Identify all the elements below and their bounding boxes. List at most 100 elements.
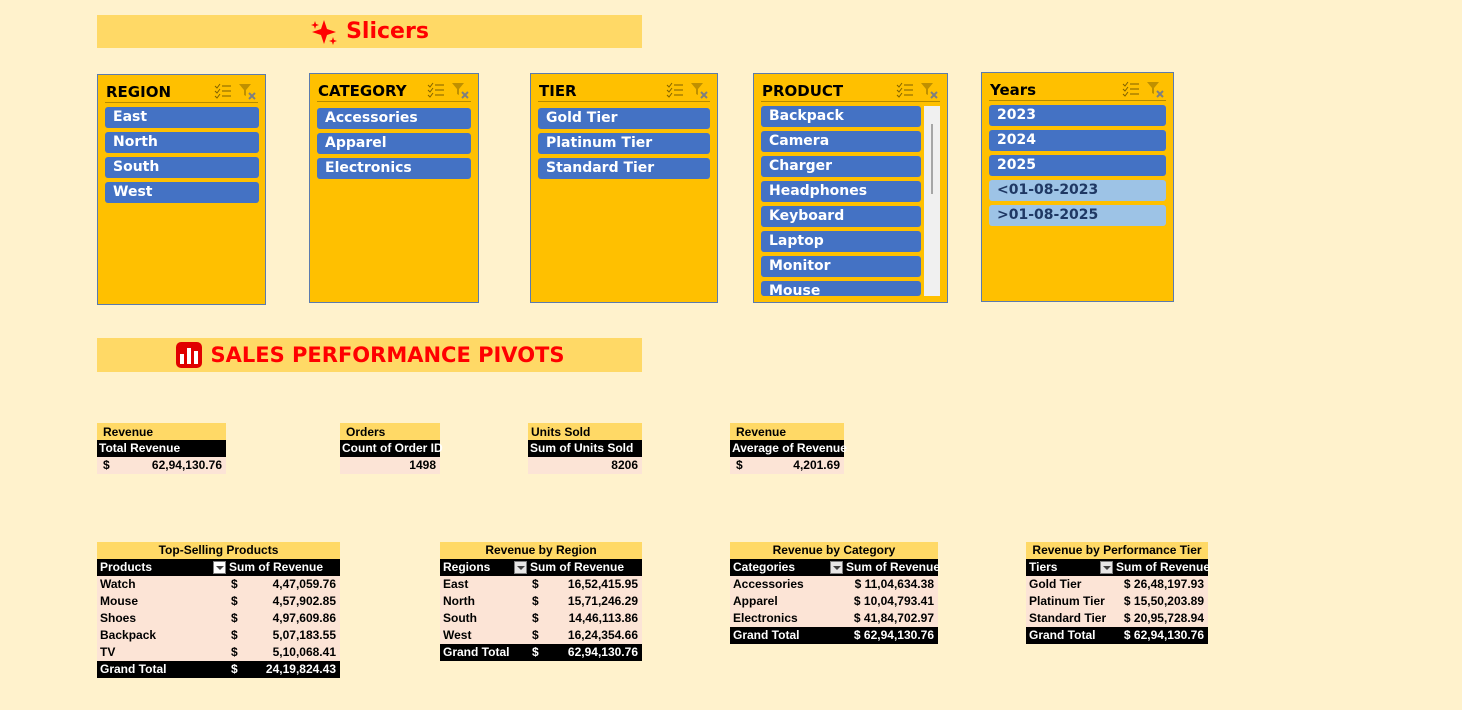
revenue-by-tier-pivot: Revenue by Performance Tier Tiers Sum of… [1026,542,1210,644]
slicer-item-2023[interactable]: 2023 [989,105,1166,126]
kpi-value-cell[interactable]: $ 4,201.69 [730,457,844,474]
kpi-value-cell[interactable]: 8206 [528,457,642,474]
row-label: North [440,593,528,610]
product-slicer: PRODUCT Backpack Camera Charger Headphon… [753,73,948,303]
slicer-item-accessories[interactable]: Accessories [317,108,471,129]
regions-column-header[interactable]: Regions [440,559,528,576]
currency-symbol: $ [532,628,539,642]
currency-symbol: $ [736,458,743,472]
slicer-item-east[interactable]: East [105,107,259,128]
grand-total-row[interactable]: Grand Total $24,19,824.43 [97,661,340,678]
row-label: Electronics [730,610,844,627]
sum-revenue-column-header[interactable]: Sum of Revenue [1114,559,1210,576]
multi-select-icon[interactable] [427,81,445,99]
slicer-item-after-2025[interactable]: >01-08-2025 [989,205,1166,226]
table-row[interactable]: Platinum Tier $ 15,50,203.89 [1026,593,1208,610]
column-header-label: Categories [733,560,796,574]
grand-total-row[interactable]: Grand Total $62,94,130.76 [440,644,642,661]
clear-filter-icon[interactable] [451,81,469,99]
slicer-item-west[interactable]: West [105,182,259,203]
table-row[interactable]: Accessories $ 11,04,634.38 [730,576,938,593]
slicer-item-headphones[interactable]: Headphones [761,181,921,202]
filter-dropdown-icon[interactable] [1100,561,1113,574]
slicer-item-laptop[interactable]: Laptop [761,231,921,252]
slicers-title: Slicers [346,19,429,44]
slicer-item-apparel[interactable]: Apparel [317,133,471,154]
table-row[interactable]: North $15,71,246.29 [440,593,642,610]
years-slicer: Years 2023 2024 2025 <01-08-2023 >01-08-… [981,72,1174,302]
clear-filter-icon[interactable] [238,82,256,100]
row-value: $ 10,04,793.41 [853,594,934,608]
multi-select-icon[interactable] [1122,80,1140,98]
multi-select-icon[interactable] [666,81,684,99]
clear-filter-icon[interactable] [920,81,938,99]
slicer-item-keyboard[interactable]: Keyboard [761,206,921,227]
slicer-item-gold-tier[interactable]: Gold Tier [538,108,710,129]
row-value: $ 62,94,130.76 [1123,628,1204,642]
table-row[interactable]: Gold Tier $ 26,48,197.93 [1026,576,1208,593]
grand-total-row[interactable]: Grand Total $ 62,94,130.76 [730,627,938,644]
currency-symbol [844,593,848,610]
slicer-header: Years [989,78,1166,101]
currency-symbol [1114,627,1118,644]
sort-filter-icon[interactable] [213,561,226,574]
kpi-header[interactable]: Count of Order ID [340,440,443,457]
slicer-item-monitor[interactable]: Monitor [761,256,921,277]
multi-select-icon[interactable] [896,81,914,99]
sum-revenue-column-header[interactable]: Sum of Revenue [528,559,642,576]
table-row[interactable]: TV $5,10,068.41 [97,644,340,661]
table-row[interactable]: Electronics $ 41,84,702.97 [730,610,938,627]
slicer-item-platinum-tier[interactable]: Platinum Tier [538,133,710,154]
row-value: $ 15,50,203.89 [1123,594,1204,608]
pivots-banner: SALES PERFORMANCE PIVOTS [97,338,642,372]
scrollbar-thumb[interactable] [931,124,933,194]
currency-symbol [844,610,848,627]
slicer-header: TIER [538,79,710,102]
slicer-item-2025[interactable]: 2025 [989,155,1166,176]
kpi-value-cell[interactable]: $ 62,94,130.76 [97,457,226,474]
categories-column-header[interactable]: Categories [730,559,844,576]
kpi-header[interactable]: Average of Revenue [730,440,847,457]
table-row[interactable]: West $16,24,354.66 [440,627,642,644]
table-row[interactable]: Shoes $4,97,609.86 [97,610,340,627]
slicer-item-north[interactable]: North [105,132,259,153]
table-row[interactable]: Backpack $5,07,183.55 [97,627,340,644]
sparkle-icon [310,18,338,46]
slicer-item-2024[interactable]: 2024 [989,130,1166,151]
slicer-item-south[interactable]: South [105,157,259,178]
slicer-item-mouse[interactable]: Mouse [761,281,921,296]
kpi-value: 62,94,130.76 [151,458,222,472]
multi-select-icon[interactable] [214,82,232,100]
slicer-item-backpack[interactable]: Backpack [761,106,921,127]
table-row[interactable]: Mouse $4,57,902.85 [97,593,340,610]
clear-filter-icon[interactable] [690,81,708,99]
kpi-value-cell[interactable]: 1498 [340,457,440,474]
kpi-header[interactable]: Sum of Units Sold [528,440,642,457]
table-row[interactable]: Watch $4,47,059.76 [97,576,340,593]
row-label: East [440,576,528,593]
tiers-column-header[interactable]: Tiers [1026,559,1114,576]
table-row[interactable]: Standard Tier $ 20,95,728.94 [1026,610,1208,627]
table-row[interactable]: South $14,46,113.86 [440,610,642,627]
table-row[interactable]: East $16,52,415.95 [440,576,642,593]
slicer-item-before-2023[interactable]: <01-08-2023 [989,180,1166,201]
grand-total-row[interactable]: Grand Total $ 62,94,130.76 [1026,627,1208,644]
table-row[interactable]: Apparel $ 10,04,793.41 [730,593,938,610]
kpi-header[interactable]: Total Revenue [97,440,226,457]
slicer-item-charger[interactable]: Charger [761,156,921,177]
row-label: Mouse [97,593,227,610]
sum-revenue-column-header[interactable]: Sum of Revenue [844,559,940,576]
slicer-item-standard-tier[interactable]: Standard Tier [538,158,710,179]
row-value: 5,10,068.41 [272,645,336,659]
row-label: Grand Total [733,628,800,642]
sum-revenue-column-header[interactable]: Sum of Revenue [227,559,340,576]
clear-filter-icon[interactable] [1146,80,1164,98]
filter-dropdown-icon[interactable] [830,561,843,574]
products-column-header[interactable]: Products [97,559,227,576]
filter-dropdown-icon[interactable] [514,561,527,574]
slicer-scrollbar[interactable] [924,106,940,296]
slicer-item-electronics[interactable]: Electronics [317,158,471,179]
pivot-caption: Revenue by Region [440,542,642,559]
row-label: Grand Total [1029,628,1096,642]
slicer-item-camera[interactable]: Camera [761,131,921,152]
